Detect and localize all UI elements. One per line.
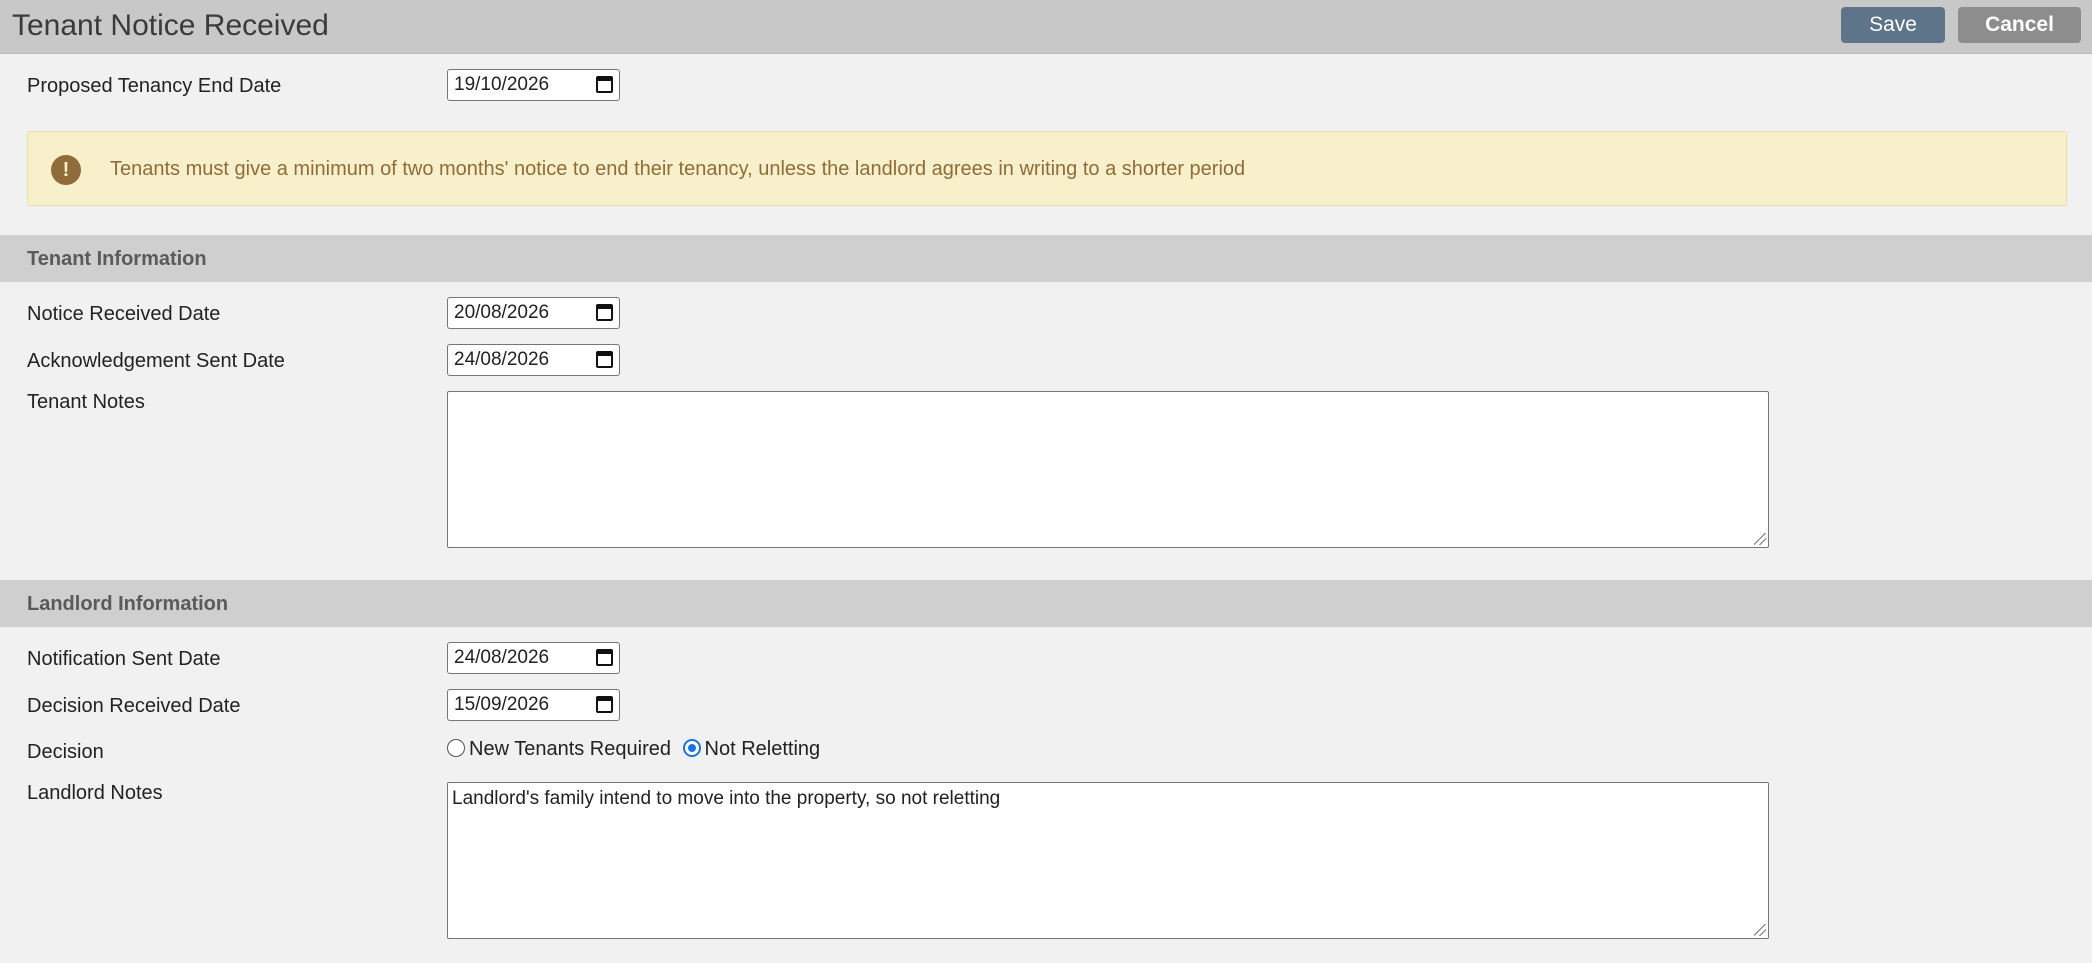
radio-new-tenants-required-label[interactable]: New Tenants Required [469,738,671,760]
notification-sent-date-value: 24/08/2026 [454,647,550,668]
proposed-end-date-input[interactable]: 19/10/2026 [447,69,620,101]
proposed-end-date-value: 19/10/2026 [454,74,550,95]
notice-received-date-value: 20/08/2026 [454,302,550,323]
notification-sent-date-label: Notification Sent Date [27,648,221,670]
calendar-icon[interactable] [596,351,613,368]
tenant-notes-label: Tenant Notes [27,391,145,413]
tenant-information-section-header: Tenant Information [0,235,2092,282]
cancel-button[interactable]: Cancel [1958,7,2081,43]
acknowledgement-sent-date-label: Acknowledgement Sent Date [27,350,285,372]
page-header: Tenant Notice Received Save Cancel [0,0,2092,54]
acknowledgement-sent-date-input[interactable]: 24/08/2026 [447,344,620,376]
decision-received-date-input[interactable]: 15/09/2026 [447,689,620,721]
radio-not-reletting-label[interactable]: Not Reletting [705,738,821,760]
decision-received-date-label: Decision Received Date [27,695,241,717]
landlord-notes-textarea[interactable]: Landlord's family intend to move into th… [447,782,1769,939]
radio-not-reletting[interactable] [682,739,701,757]
landlord-notes-label: Landlord Notes [27,782,163,804]
save-button[interactable]: Save [1841,7,1945,43]
resize-handle-icon[interactable] [1754,533,1766,545]
tenant-notes-textarea[interactable] [447,391,1769,548]
calendar-icon[interactable] [596,304,613,321]
notice-banner: ! Tenants must give a minimum of two mon… [27,131,2067,206]
notice-received-date-input[interactable]: 20/08/2026 [447,297,620,329]
tenant-information-title: Tenant Information [27,248,207,270]
landlord-information-section-header: Landlord Information [0,580,2092,627]
radio-new-tenants-required[interactable] [447,739,465,757]
calendar-icon[interactable] [596,696,613,713]
landlord-notes-value: Landlord's family intend to move into th… [452,788,1001,809]
calendar-icon[interactable] [596,649,613,666]
exclamation-icon: ! [51,155,81,185]
decision-radio-group: New Tenants Required Not Reletting [447,735,826,763]
notification-sent-date-input[interactable]: 24/08/2026 [447,642,620,674]
landlord-information-title: Landlord Information [27,593,229,615]
decision-received-date-value: 15/09/2026 [454,694,550,715]
resize-handle-icon[interactable] [1754,924,1766,936]
acknowledgement-sent-date-value: 24/08/2026 [454,349,550,370]
calendar-icon[interactable] [596,76,613,93]
notice-banner-text: Tenants must give a minimum of two month… [110,158,1246,180]
page-title: Tenant Notice Received [12,9,329,42]
proposed-end-date-label: Proposed Tenancy End Date [27,75,282,97]
decision-label: Decision [27,741,104,763]
notice-received-date-label: Notice Received Date [27,303,221,325]
